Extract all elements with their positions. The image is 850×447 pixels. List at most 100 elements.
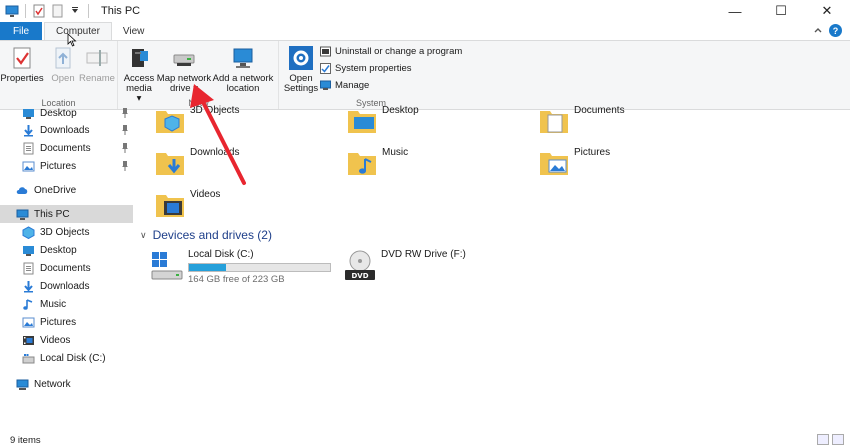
documents-folder-icon	[540, 111, 568, 133]
access-media-button[interactable]: Access media ▾	[123, 45, 155, 104]
properties-check-icon[interactable]	[32, 4, 46, 18]
local-disk-icon	[22, 353, 35, 363]
nav-item-label: Pictures	[40, 160, 77, 172]
nav-item-label: Videos	[40, 334, 71, 346]
drive-info: DVD RW Drive (F:)	[381, 249, 466, 283]
folder-label: Music	[382, 147, 409, 158]
details-view-icon[interactable]	[817, 434, 829, 445]
this-pc-icon[interactable]	[5, 4, 19, 18]
devices-section-header[interactable]: ∨ Devices and drives (2)	[140, 228, 272, 242]
nav-item-label: Pictures	[40, 316, 77, 328]
open-settings-button[interactable]: Open Settings	[283, 45, 319, 94]
downloads-icon	[24, 124, 33, 136]
folder-music[interactable]: Music	[346, 147, 408, 179]
status-bar: 9 items	[0, 433, 850, 447]
folder-3d-objects[interactable]: 3D Objects	[154, 105, 239, 137]
nav-music[interactable]: Music	[0, 295, 133, 313]
navigation-pane: Desktop Downloads Documents Pictures One…	[0, 108, 133, 433]
nav-this-pc[interactable]: This PC	[0, 205, 133, 223]
minimize-button[interactable]: —	[712, 0, 758, 22]
folder-pictures[interactable]: Pictures	[538, 147, 610, 179]
nav-item-label: Music	[40, 298, 67, 310]
map-network-drive-icon	[173, 54, 195, 66]
large-icons-view-icon[interactable]	[832, 434, 844, 445]
desktop-icon	[23, 245, 34, 256]
drive-dvd-rw-f[interactable]: DVD DVD RW Drive (F:)	[343, 249, 466, 283]
nav-quick-desktop[interactable]: Desktop	[0, 104, 133, 122]
dvd-drive-icon: DVD	[345, 250, 375, 280]
rename-label: Rename	[79, 73, 115, 84]
item-count: 9 items	[10, 434, 41, 446]
manage-button[interactable]: Manage	[320, 80, 369, 91]
tab-computer[interactable]: Computer	[44, 22, 112, 40]
help-icon[interactable]: ?	[829, 24, 842, 37]
pin-icon[interactable]	[121, 143, 129, 153]
svg-text:DVD: DVD	[351, 272, 368, 280]
manage-label: Manage	[335, 80, 370, 91]
nav-pictures[interactable]: Pictures	[0, 313, 133, 331]
customize-toolbar-chevron-icon[interactable]	[68, 4, 82, 18]
title-bar: This PC — ☐ ✕	[0, 0, 850, 22]
nav-quick-downloads[interactable]: Downloads	[0, 121, 133, 139]
folder-videos[interactable]: Videos	[154, 189, 220, 221]
maximize-button[interactable]: ☐	[758, 0, 804, 22]
ribbon-body: Properties Open Rename Location Access m…	[0, 40, 850, 110]
folder-desktop[interactable]: Desktop	[346, 105, 419, 137]
nav-documents[interactable]: Documents	[0, 259, 133, 277]
pin-icon[interactable]	[121, 161, 129, 171]
properties-label: Properties	[0, 73, 44, 84]
downloads-folder-icon	[156, 153, 184, 175]
map-network-drive-label-2: drive ▾	[170, 83, 198, 94]
nav-network[interactable]: Network	[0, 375, 133, 393]
documents-icon	[23, 142, 34, 154]
nav-videos[interactable]: Videos	[0, 331, 133, 349]
content-area: 3D Objects Desktop Documents Downloads M…	[140, 105, 850, 433]
properties-button[interactable]: Properties	[0, 45, 44, 84]
system-properties-button[interactable]: System properties	[320, 63, 412, 74]
windows-drive-icon	[151, 252, 183, 280]
collapse-chevron-icon[interactable]: ∨	[140, 230, 147, 241]
nav-3d-objects[interactable]: 3D Objects	[0, 223, 133, 241]
tab-view[interactable]: View	[112, 22, 156, 40]
settings-gear-icon	[289, 46, 313, 70]
pictures-folder-icon	[540, 153, 568, 175]
mouse-cursor-icon	[67, 33, 77, 47]
add-network-location-button[interactable]: Add a network location	[212, 45, 274, 94]
close-button[interactable]: ✕	[804, 0, 850, 22]
quick-access-toolbar	[0, 4, 91, 18]
add-network-location-label-2: location	[226, 83, 260, 94]
expand-ribbon-icon[interactable]	[813, 26, 823, 36]
nav-onedrive[interactable]: OneDrive	[0, 181, 133, 199]
nav-quick-pictures[interactable]: Pictures	[0, 157, 133, 175]
tab-file[interactable]: File	[0, 22, 42, 40]
folder-label: Pictures	[574, 147, 611, 158]
folder-label: Downloads	[190, 147, 240, 158]
folder-documents[interactable]: Documents	[538, 105, 625, 137]
nav-downloads[interactable]: Downloads	[0, 277, 133, 295]
drive-local-disk-c[interactable]: Local Disk (C:) 164 GB free of 223 GB	[150, 249, 331, 285]
window-title: This PC	[101, 5, 141, 17]
uninstall-program-button[interactable]: Uninstall or change a program	[320, 46, 462, 57]
nav-item-label: Desktop	[40, 244, 77, 256]
nav-desktop[interactable]: Desktop	[0, 241, 133, 259]
pin-icon[interactable]	[121, 125, 129, 135]
rename-button[interactable]: Rename	[79, 45, 115, 84]
toolbar-divider	[88, 4, 89, 18]
nav-item-label: 3D Objects	[40, 226, 90, 238]
open-button[interactable]: Open	[49, 45, 77, 84]
pin-icon[interactable]	[121, 108, 129, 118]
ribbon-tabs: File Computer View ?	[0, 22, 850, 40]
nav-item-label: Downloads	[40, 124, 90, 136]
nav-quick-documents[interactable]: Documents	[0, 139, 133, 157]
drive-label: Local Disk (C:)	[188, 249, 254, 260]
open-icon	[55, 47, 71, 69]
map-network-drive-button[interactable]: Map network drive ▾	[156, 45, 212, 94]
desktop-folder-icon	[348, 111, 376, 133]
folder-downloads[interactable]: Downloads	[154, 147, 239, 179]
new-folder-icon[interactable]	[50, 4, 64, 18]
nav-item-label: This PC	[34, 208, 70, 220]
open-settings-label-2: Settings	[283, 83, 319, 94]
music-icon	[23, 298, 33, 310]
nav-local-disk[interactable]: Local Disk (C:)	[0, 349, 133, 367]
music-folder-icon	[348, 153, 376, 175]
